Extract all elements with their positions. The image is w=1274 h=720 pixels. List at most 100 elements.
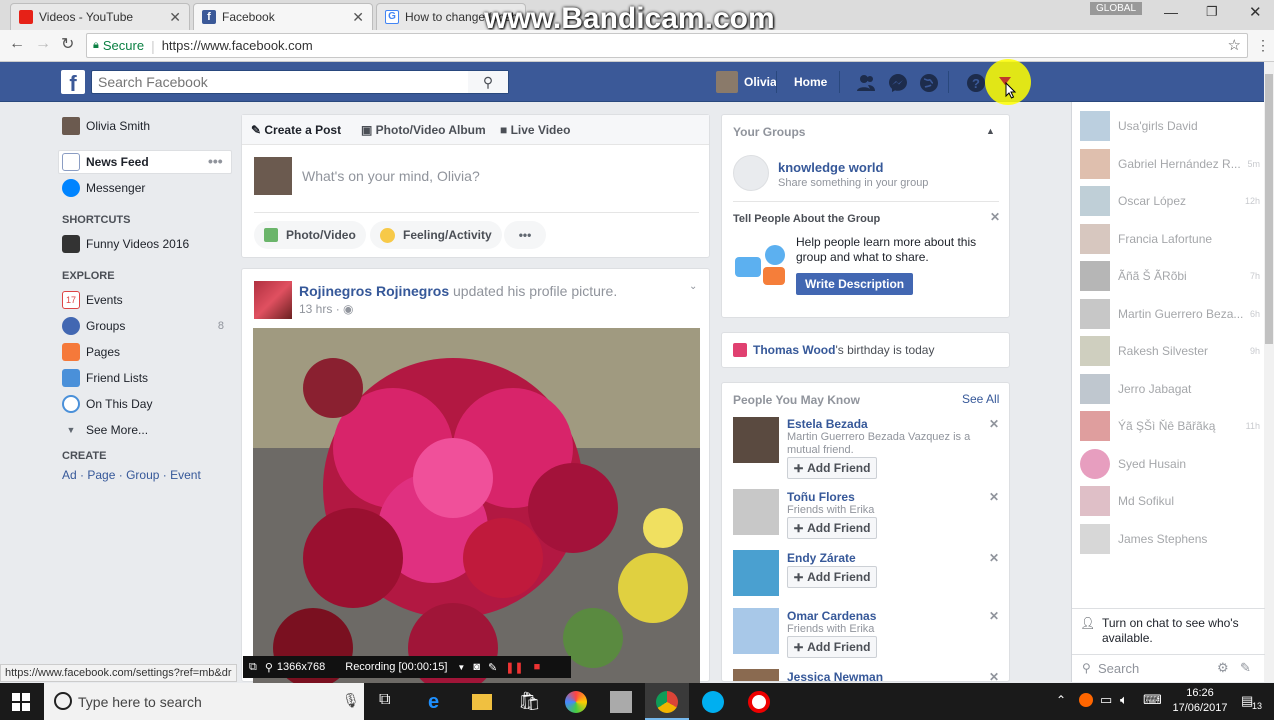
turn-on-chat-link[interactable]: Turn on chat to see who's available. [1102,616,1252,646]
sidebar-item-news-feed[interactable]: News Feed [62,152,149,172]
taskbar-search-input[interactable]: Type here to search [78,694,202,710]
minimize-icon[interactable]: — [1164,4,1178,20]
tab-youtube[interactable]: Videos - YouTube ✕ [10,3,190,30]
close-icon[interactable]: ✕ [989,417,999,431]
pencil-icon[interactable]: ✎ [488,661,497,674]
sidebar-item-groups[interactable]: Groups 8 [62,316,224,336]
chat-contact[interactable]: James Stephens [1080,524,1260,554]
group-name-link[interactable]: knowledge world [778,160,883,175]
taskbar-search[interactable]: Type here to search 🎙︎ [44,683,364,720]
chat-contact[interactable]: Francia Lafortune [1080,224,1260,254]
task-view-icon[interactable]: ⧉ [379,691,401,713]
create-page-link[interactable]: Page [87,468,115,482]
notifications-globe-icon[interactable] [919,73,939,93]
sidebar-profile[interactable]: Olivia Smith [62,116,150,136]
chat-contact[interactable]: Usa'girls David [1080,111,1260,141]
profile-link[interactable]: Olivia [744,75,777,89]
chat-contact[interactable]: Gabriel Hernández R... 5m [1080,149,1260,179]
add-friend-button[interactable]: ➕︎ Add Friend [787,457,878,479]
friend-requests-icon[interactable] [856,73,876,93]
create-group-link[interactable]: Group [126,468,159,482]
skype-icon[interactable] [702,691,724,713]
tab-facebook[interactable]: f Facebook ✕ [193,3,373,30]
chevron-up-icon[interactable]: ⌃ [1056,693,1066,707]
avatar[interactable] [733,669,779,681]
avatar[interactable] [733,550,779,596]
more-options-icon[interactable]: ••• [208,153,223,169]
post-timestamp[interactable]: 13 hrs · ◉ [299,302,354,316]
gear-icon[interactable]: ⚙ [1217,660,1229,676]
close-icon[interactable]: ✕ [989,551,999,565]
search-box[interactable]: ⚲ [91,70,509,94]
chat-search[interactable]: ⚲ Search ⚙ ✎ [1072,654,1265,682]
app-icon[interactable] [610,691,632,713]
chat-contact[interactable]: Syed Husain [1080,449,1260,479]
pymk-name-link[interactable]: Estela Bezada [787,417,868,431]
post-photo[interactable] [253,328,700,683]
tab-live-video[interactable]: ■ Live Video [500,123,570,137]
bandicam-icon[interactable] [748,691,770,713]
see-all-link[interactable]: See All [962,392,999,406]
create-ad-link[interactable]: Ad [62,468,77,482]
close-icon[interactable]: ✕ [169,9,181,26]
avatar[interactable] [254,281,292,319]
chat-contact[interactable]: Rakesh Silvester 9h [1080,336,1260,366]
windows-start-icon[interactable] [12,693,30,711]
search-input[interactable] [92,71,472,93]
back-icon[interactable]: ← [9,35,25,53]
sidebar-item-events[interactable]: 17 Events [62,290,123,310]
collapse-chevron-up-icon[interactable]: ▲ [986,126,995,136]
compose-icon[interactable]: ✎ [1240,660,1251,676]
chat-contact[interactable]: Md Sofikul [1080,486,1260,516]
tray-icon[interactable] [1079,693,1093,707]
avatar[interactable] [733,417,779,463]
tab-photo-album[interactable]: ▣ Photo/Video Album [361,123,486,137]
avatar[interactable] [716,71,738,93]
avatar[interactable] [733,489,779,535]
pymk-name-link[interactable]: Omar Cardenas [787,609,876,623]
birthday-name-link[interactable]: Thomas Wood [753,343,835,357]
photo-video-button[interactable]: Photo/Video [254,221,366,249]
more-actions-icon[interactable]: ••• [504,221,546,249]
app-icon[interactable] [565,691,587,713]
chat-contact[interactable]: Oscar López 12h [1080,186,1260,216]
messenger-icon[interactable] [888,73,908,93]
scrollbar[interactable] [1264,62,1274,682]
chat-contact[interactable]: Martin Guerrero Beza... 6h [1080,299,1260,329]
sidebar-item-messenger[interactable]: Messenger [62,178,145,198]
pymk-name-link[interactable]: Jessica Newman [787,670,883,681]
url-field[interactable]: 🔒︎ Secure | https://www.facebook.com ☆ [86,33,1248,58]
see-more-link[interactable]: ▼ See More... [62,420,149,440]
volume-icon[interactable]: 🔈︎ [1120,692,1128,708]
window-close-icon[interactable]: ✕ [1249,3,1262,21]
camera-icon[interactable]: ◙ [473,661,480,673]
reload-icon[interactable]: ↻ [61,34,74,54]
dropdown-icon[interactable]: ▼ [457,663,465,672]
close-icon[interactable]: ✕ [989,670,999,681]
close-icon[interactable]: ✕ [989,490,999,504]
store-icon[interactable]: 🛍︎ [518,691,541,713]
sidebar-item-pages[interactable]: Pages [62,342,120,362]
add-friend-button[interactable]: ➕︎ Add Friend [787,566,878,588]
scrollbar-thumb[interactable] [1265,74,1273,344]
forward-icon[interactable]: → [35,35,51,53]
window-icon[interactable]: ⧉ [249,661,257,674]
file-explorer-icon[interactable] [472,694,492,710]
sidebar-item-on-this-day[interactable]: On This Day [62,394,152,414]
tab-create-post[interactable]: ✎ Create a Post [251,123,341,137]
home-link[interactable]: Home [794,75,827,89]
chat-contact[interactable]: Ãñã Š ÃRõbi 7h [1080,261,1260,291]
stop-icon[interactable]: ■ [534,661,541,673]
keyboard-icon[interactable]: ⌨ [1143,692,1162,708]
add-friend-button[interactable]: ➕︎ Add Friend [787,636,878,658]
chat-search-input[interactable]: Search [1098,661,1139,676]
chat-contact[interactable]: Ýã ŞŠì Ňê Bãřãką 11h [1080,411,1260,441]
edge-icon[interactable]: e [428,691,450,713]
pymk-name-link[interactable]: Toñu Flores [787,490,855,504]
search-icon[interactable]: ⚲ [468,71,508,93]
menu-icon[interactable]: ⋮ [1256,37,1270,54]
facebook-logo-icon[interactable]: f [61,70,85,94]
restore-icon[interactable]: ❐ [1206,4,1218,20]
taskbar-clock[interactable]: 16:26 17/06/2017 [1170,686,1230,716]
add-friend-button[interactable]: ➕︎ Add Friend [787,517,878,539]
